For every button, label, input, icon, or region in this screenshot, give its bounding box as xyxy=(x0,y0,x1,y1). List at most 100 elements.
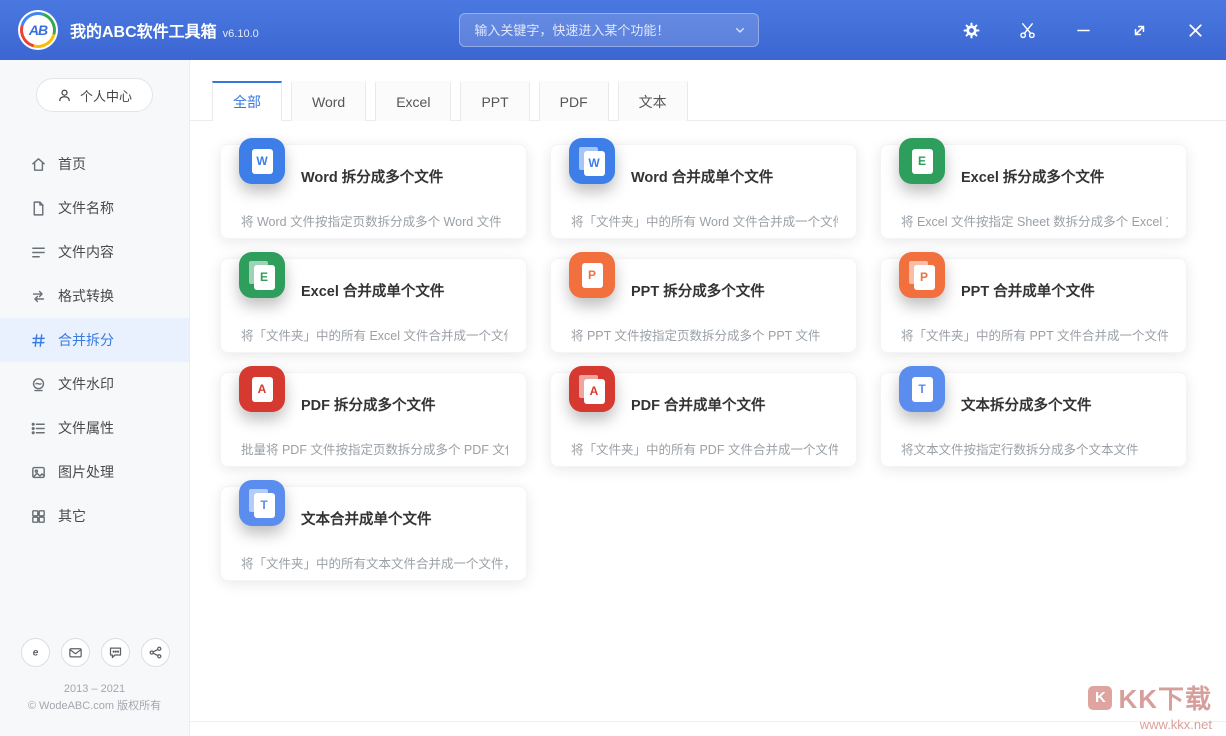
card-title: 文本合并成单个文件 xyxy=(301,508,508,529)
card-word-split[interactable]: W Word 拆分成多个文件 将 Word 文件按指定页数拆分成多个 Word … xyxy=(220,144,527,239)
sidebar-item-label: 文件水印 xyxy=(58,374,114,394)
share-link[interactable] xyxy=(141,638,170,667)
ppt-split-icon: P xyxy=(569,252,615,298)
user-icon xyxy=(57,88,72,103)
card-title: Word 拆分成多个文件 xyxy=(301,166,508,187)
sidebar: 个人中心 首页 文件名称 文件内容 格式转换 xyxy=(0,60,190,736)
sidebar-item-label: 格式转换 xyxy=(58,286,114,306)
document-icon: P xyxy=(582,263,603,288)
titlebar: AB 我的ABC软件工具箱 v6.10.0 xyxy=(0,0,1226,60)
card-title: 文本拆分成多个文件 xyxy=(961,394,1168,415)
excel-merge-icon: E xyxy=(239,252,285,298)
document-icon: E xyxy=(254,265,275,290)
browser-link[interactable]: e xyxy=(21,638,50,667)
document-icon: A xyxy=(584,379,605,404)
excel-split-icon: E xyxy=(899,138,945,184)
main-content: 全部 Word Excel PPT PDF 文本 W Word 拆分成多个文件 … xyxy=(190,60,1226,736)
text-split-icon: T xyxy=(899,366,945,412)
sidebar-item-home[interactable]: 首页 xyxy=(0,142,189,186)
sidebar-nav: 首页 文件名称 文件内容 格式转换 合并拆分 xyxy=(0,142,189,538)
file-properties-icon xyxy=(30,420,47,437)
tab-all[interactable]: 全部 xyxy=(212,81,282,121)
file-icon xyxy=(30,200,47,217)
card-excel-split[interactable]: E Excel 拆分成多个文件 将 Excel 文件按指定 Sheet 数拆分成… xyxy=(880,144,1187,239)
card-title: Word 合并成单个文件 xyxy=(631,166,838,187)
document-icon: W xyxy=(584,151,605,176)
close-button[interactable] xyxy=(1184,19,1206,41)
profile-button[interactable]: 个人中心 xyxy=(36,78,153,112)
tab-word[interactable]: Word xyxy=(291,81,366,121)
svg-text:e: e xyxy=(33,647,39,658)
sidebar-item-file-name[interactable]: 文件名称 xyxy=(0,186,189,230)
pdf-split-icon: A xyxy=(239,366,285,412)
document-icon: E xyxy=(912,149,933,174)
pdf-merge-icon: A xyxy=(569,366,615,412)
chat-icon xyxy=(108,645,123,660)
card-excel-merge[interactable]: E Excel 合并成单个文件 将「文件夹」中的所有 Excel 文件合并成一个… xyxy=(220,258,527,353)
watermark-icon xyxy=(30,376,47,393)
titlebar-controls xyxy=(960,19,1212,41)
card-text-split[interactable]: T 文本拆分成多个文件 将文本文件按指定行数拆分成多个文本文件 xyxy=(880,372,1187,467)
card-title: PPT 合并成单个文件 xyxy=(961,280,1168,301)
close-icon xyxy=(1185,20,1206,41)
copyright-text: © WodeABC.com 版权所有 xyxy=(0,698,189,716)
sidebar-item-file-properties[interactable]: 文件属性 xyxy=(0,406,189,450)
image-icon xyxy=(30,464,47,481)
chat-link[interactable] xyxy=(101,638,130,667)
card-word-merge[interactable]: W Word 合并成单个文件 将「文件夹」中的所有 Word 文件合并成一个文件… xyxy=(550,144,857,239)
tab-excel[interactable]: Excel xyxy=(375,81,451,121)
card-desc: 将「文件夹」中的所有 Excel 文件合并成一个文件，也 xyxy=(241,325,508,344)
feature-card-grid: W Word 拆分成多个文件 将 Word 文件按指定页数拆分成多个 Word … xyxy=(190,121,1226,581)
resize-button[interactable] xyxy=(1128,19,1150,41)
sidebar-item-other[interactable]: 其它 xyxy=(0,494,189,538)
share-icon xyxy=(148,645,163,660)
sidebar-item-label: 首页 xyxy=(58,154,86,174)
title-group: 我的ABC软件工具箱 v6.10.0 xyxy=(70,18,259,42)
card-title: PDF 合并成单个文件 xyxy=(631,394,838,415)
card-desc: 将「文件夹」中的所有 PDF 文件合并成一个文件，也 xyxy=(571,439,838,458)
card-desc: 将文本文件按指定行数拆分成多个文本文件 xyxy=(901,439,1168,458)
window-body: 个人中心 首页 文件名称 文件内容 格式转换 xyxy=(0,60,1226,736)
card-ppt-split[interactable]: P PPT 拆分成多个文件 将 PPT 文件按指定页数拆分成多个 PPT 文件 xyxy=(550,258,857,353)
mail-link[interactable] xyxy=(61,638,90,667)
sidebar-item-label: 图片处理 xyxy=(58,462,114,482)
sidebar-links: e xyxy=(0,638,189,681)
sidebar-footer: 2013 – 2021 © WodeABC.com 版权所有 xyxy=(0,681,189,726)
tools-button[interactable] xyxy=(1016,19,1038,41)
search-input[interactable] xyxy=(474,23,732,38)
app-logo-text: AB xyxy=(29,22,47,38)
format-convert-icon xyxy=(30,288,47,305)
copyright-years: 2013 – 2021 xyxy=(0,681,189,699)
chevron-down-icon[interactable] xyxy=(732,22,748,38)
browser-icon: e xyxy=(28,645,43,660)
sidebar-item-format-convert[interactable]: 格式转换 xyxy=(0,274,189,318)
card-ppt-merge[interactable]: P PPT 合并成单个文件 将「文件夹」中的所有 PPT 文件合并成一个文件，也 xyxy=(880,258,1187,353)
sidebar-item-image-process[interactable]: 图片处理 xyxy=(0,450,189,494)
mail-icon xyxy=(68,645,83,660)
resize-icon xyxy=(1130,21,1149,40)
sidebar-item-label: 合并拆分 xyxy=(58,330,114,350)
document-icon: T xyxy=(254,493,275,518)
document-icon: A xyxy=(252,377,273,402)
tab-ppt[interactable]: PPT xyxy=(460,81,529,121)
card-text-merge[interactable]: T 文本合并成单个文件 将「文件夹」中的所有文本文件合并成一个文件，也 xyxy=(220,486,527,581)
card-pdf-merge[interactable]: A PDF 合并成单个文件 将「文件夹」中的所有 PDF 文件合并成一个文件，也 xyxy=(550,372,857,467)
card-pdf-split[interactable]: A PDF 拆分成多个文件 批量将 PDF 文件按指定页数拆分成多个 PDF 文… xyxy=(220,372,527,467)
tab-text[interactable]: 文本 xyxy=(618,81,688,121)
sidebar-item-label: 文件内容 xyxy=(58,242,114,262)
settings-button[interactable] xyxy=(960,19,982,41)
sidebar-item-file-content[interactable]: 文件内容 xyxy=(0,230,189,274)
tabbar: 全部 Word Excel PPT PDF 文本 xyxy=(190,60,1226,121)
home-icon xyxy=(30,156,47,173)
card-desc: 将 PPT 文件按指定页数拆分成多个 PPT 文件 xyxy=(571,325,838,344)
app-logo: AB xyxy=(18,10,58,50)
card-desc: 批量将 PDF 文件按指定页数拆分成多个 PDF 文件 xyxy=(241,439,508,458)
sidebar-item-merge-split[interactable]: 合并拆分 xyxy=(0,318,189,362)
sidebar-item-label: 其它 xyxy=(58,506,86,526)
sidebar-item-watermark[interactable]: 文件水印 xyxy=(0,362,189,406)
card-desc: 将「文件夹」中的所有文本文件合并成一个文件，也 xyxy=(241,553,508,572)
text-merge-icon: T xyxy=(239,480,285,526)
minimize-button[interactable] xyxy=(1072,19,1094,41)
search-box[interactable] xyxy=(459,13,759,47)
tab-pdf[interactable]: PDF xyxy=(539,81,609,121)
